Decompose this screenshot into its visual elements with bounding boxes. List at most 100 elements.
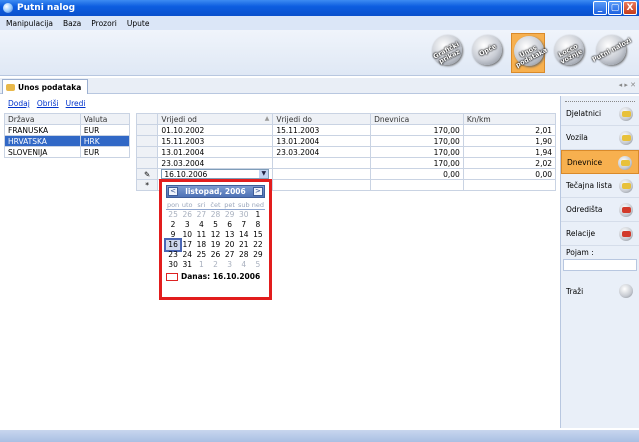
sidebar: Djelatnici Vozila Dnevnice Tečajna lista…	[560, 96, 639, 428]
prev-month-button[interactable]: <	[168, 187, 178, 196]
table-row-editing[interactable]: ✎ 16.10.2006 ▼ 0,00 0,00	[135, 168, 557, 180]
calendar-day[interactable]: 14	[237, 230, 251, 240]
tab-controls[interactable]: ◂ ▸ ✕	[619, 81, 636, 89]
menu-bar: Manipulacija Baza Prozori Upute	[0, 16, 639, 30]
calendar-day[interactable]: 28	[208, 210, 222, 220]
sidebar-item-odredista[interactable]: Odredišta	[561, 198, 639, 222]
calendar-day[interactable]: 30	[237, 210, 251, 220]
calendar-day[interactable]: 2	[166, 220, 180, 230]
table-row[interactable]: SLOVENIJA EUR	[4, 146, 131, 158]
sidebar-item-dnevnice[interactable]: Dnevnice	[561, 150, 639, 174]
calendar-day[interactable]: 28	[237, 250, 251, 260]
column-header-vrijedi-od[interactable]: Vrijedi od ▲	[157, 113, 274, 125]
toolbar-button-opce[interactable]: Opće	[470, 33, 504, 73]
table-row[interactable]: 23.03.2004 170,00 2,02	[135, 157, 557, 169]
calendar-day[interactable]: 4	[237, 260, 251, 270]
calendar-day[interactable]: 15	[251, 230, 265, 240]
calendar-day[interactable]: 3	[223, 260, 237, 270]
calendar-header: < listopad, 2006 >	[166, 185, 265, 198]
table-row[interactable]: FRANUSKA EUR	[4, 124, 131, 136]
table-row[interactable]: 13.01.2004 23.03.2004 170,00 1,94	[135, 146, 557, 158]
calendar-day[interactable]: 7	[237, 220, 251, 230]
calendar-day[interactable]: 27	[223, 250, 237, 260]
calendar-day[interactable]: 29	[223, 210, 237, 220]
calendar-day[interactable]: 23	[166, 250, 180, 260]
table-row[interactable]: 15.11.2003 13.01.2004 170,00 1,90	[135, 135, 557, 147]
column-header-dnevnica[interactable]: Dnevnica	[370, 113, 464, 125]
add-link[interactable]: Dodaj	[8, 99, 30, 108]
calendar-month-label[interactable]: listopad, 2006	[185, 187, 245, 196]
calendar-day[interactable]: 9	[166, 230, 180, 240]
menu-item-baza[interactable]: Baza	[63, 19, 81, 28]
calendar-day[interactable]: 10	[180, 230, 194, 240]
calendar-day[interactable]: 31	[180, 260, 194, 270]
column-header-valuta[interactable]: Valuta	[79, 113, 131, 125]
window-controls: _ ▢ X	[593, 1, 637, 15]
calendar-day[interactable]: 24	[180, 250, 194, 260]
calendar-day[interactable]: 22	[251, 240, 265, 250]
calendar-day[interactable]: 20	[223, 240, 237, 250]
calendar-day[interactable]: 2	[208, 260, 222, 270]
calendar-day[interactable]: 11	[194, 230, 208, 240]
toolbar-button-locco-voznje[interactable]: Locco vožnje	[552, 33, 586, 73]
calendar-day[interactable]: 29	[251, 250, 265, 260]
calendar-day[interactable]: 17	[180, 240, 194, 250]
toolbar-button-graficki-prikaz[interactable]: Grafički prikaz	[430, 33, 464, 73]
sidebar-item-relacije[interactable]: Relacije	[561, 222, 639, 246]
column-header-vrijedi-do[interactable]: Vrijedi do	[272, 113, 372, 125]
status-bar	[0, 430, 639, 442]
sidebar-item-tecajna-lista[interactable]: Tečajna lista	[561, 174, 639, 198]
sidebar-item-djelatnici[interactable]: Djelatnici	[561, 102, 639, 126]
calendar-day[interactable]: 26	[180, 210, 194, 220]
edit-link[interactable]: Uredi	[66, 99, 86, 108]
search-label: Pojam :	[566, 248, 594, 257]
toolbar-button-unos-podataka[interactable]: Unos podataka	[511, 33, 548, 73]
calendar-day-selected[interactable]: 16	[163, 238, 183, 252]
title-bar: Putni nalog _ ▢ X	[0, 0, 639, 16]
pencil-icon: ✎	[135, 168, 159, 180]
calendar-day[interactable]: 19	[208, 240, 222, 250]
calendar-popup: < listopad, 2006 > pon uto sri čet pet s…	[159, 179, 272, 300]
tab-strip: Unos podataka ◂ ▸ ✕	[0, 78, 639, 94]
chevron-down-icon[interactable]: ▼	[259, 170, 269, 178]
calendar-day[interactable]: 3	[180, 220, 194, 230]
calendar-day[interactable]: 5	[208, 220, 222, 230]
tab-unos-podataka[interactable]: Unos podataka	[2, 79, 89, 94]
calendar-day[interactable]: 13	[223, 230, 237, 240]
sidebar-item-vozila[interactable]: Vozila	[561, 126, 639, 150]
calendar-day[interactable]: 26	[208, 250, 222, 260]
calendar-day[interactable]: 18	[194, 240, 208, 250]
column-header-kn-km[interactable]: Kn/km	[462, 113, 557, 125]
toolbar-button-putni-nalozi[interactable]: Putni nalozi	[591, 33, 633, 73]
calendar-day[interactable]: 1	[251, 210, 265, 220]
delete-link[interactable]: Obriši	[37, 99, 59, 108]
calendar-day[interactable]: 27	[194, 210, 208, 220]
sort-asc-icon: ▲	[264, 114, 270, 122]
calendar-day[interactable]: 6	[223, 220, 237, 230]
calendar-day[interactable]: 12	[208, 230, 222, 240]
maximize-button[interactable]: ▢	[608, 1, 622, 15]
menu-item-prozori[interactable]: Prozori	[91, 19, 117, 28]
date-picker-field[interactable]: 16.10.2006 ▼	[161, 169, 270, 179]
menu-item-upute[interactable]: Upute	[127, 19, 150, 28]
calendar-day[interactable]: 25	[166, 210, 180, 220]
table-row-selected[interactable]: HRVATSKA HRK	[4, 135, 131, 147]
calendar-day[interactable]: 5	[251, 260, 265, 270]
search-button[interactable]: Traži	[561, 279, 639, 303]
close-button[interactable]: X	[623, 1, 637, 15]
calendar-day[interactable]: 25	[194, 250, 208, 260]
calendar-day[interactable]: 8	[251, 220, 265, 230]
minimize-button[interactable]: _	[593, 1, 607, 15]
search-input[interactable]	[563, 259, 637, 271]
menu-item-manipulacija[interactable]: Manipulacija	[6, 19, 53, 28]
new-row-icon: *	[135, 179, 159, 191]
calendar-day[interactable]: 1	[194, 260, 208, 270]
countries-table: Država Valuta FRANUSKA EUR HRVATSKA HRK …	[4, 113, 131, 158]
calendar-today-button[interactable]: Danas: 16.10.2006	[166, 272, 265, 281]
calendar-day[interactable]: 4	[194, 220, 208, 230]
calendar-day[interactable]: 30	[166, 260, 180, 270]
calendar-day[interactable]: 21	[237, 240, 251, 250]
next-month-button[interactable]: >	[252, 187, 263, 196]
column-header-drzava[interactable]: Država	[4, 113, 81, 125]
table-row[interactable]: 01.10.2002 15.11.2003 170,00 2,01	[135, 124, 557, 136]
